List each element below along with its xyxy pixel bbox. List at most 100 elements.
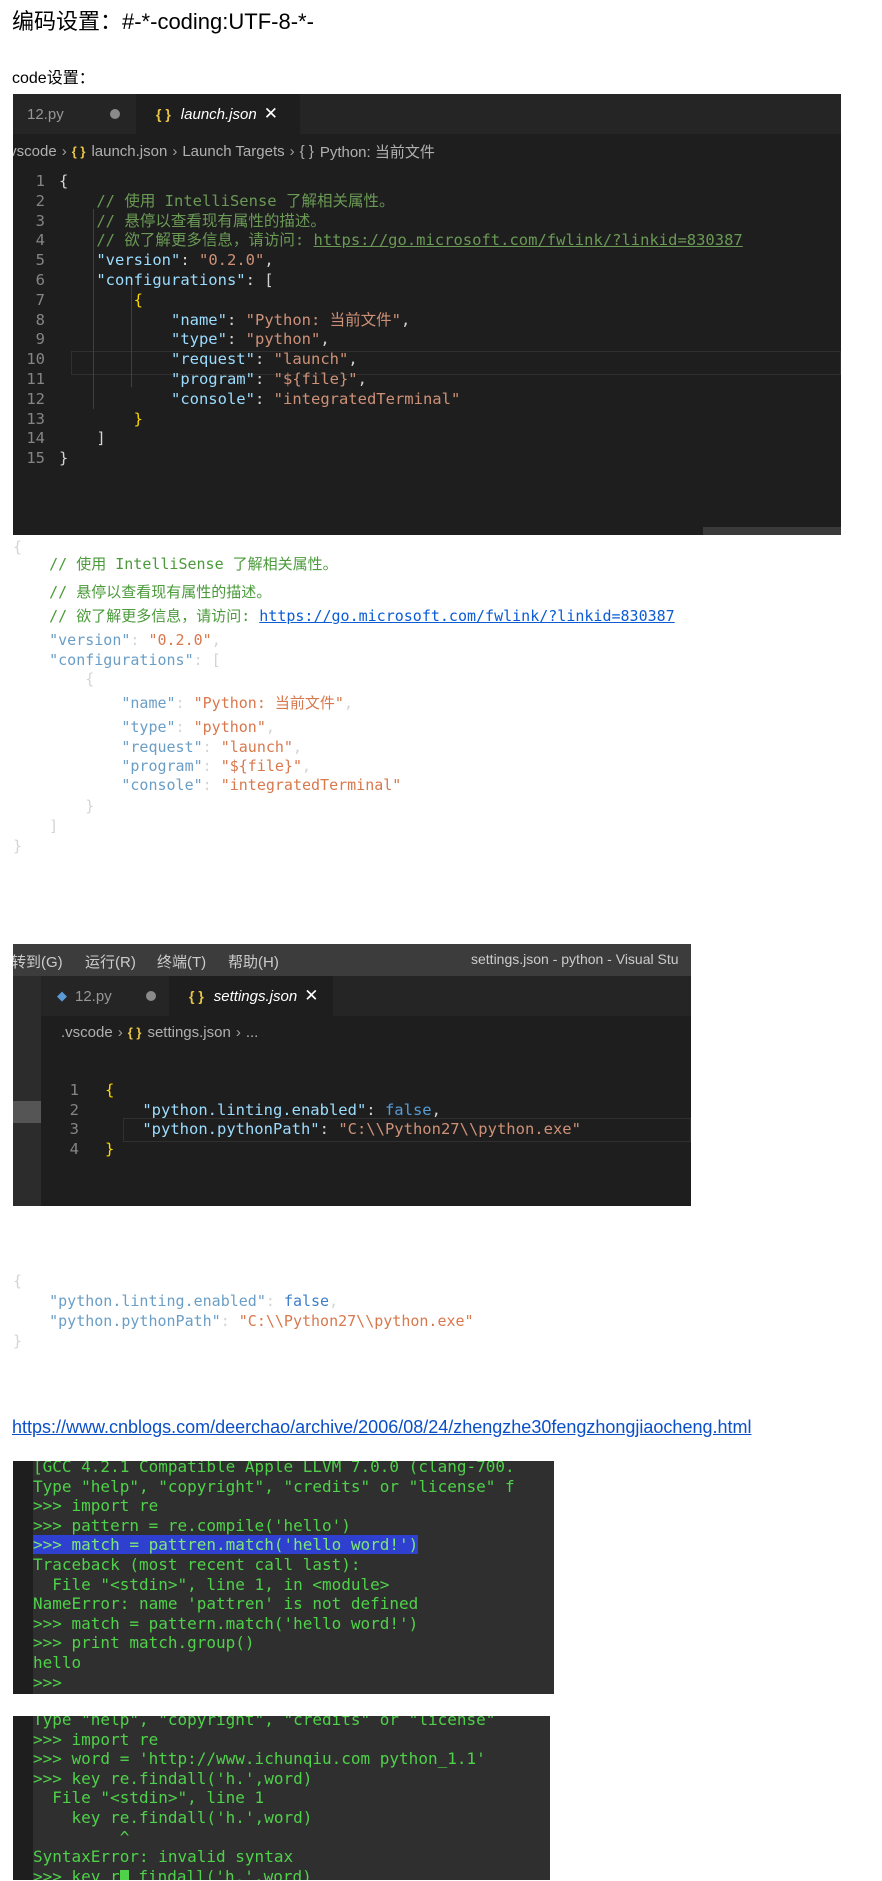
code-token: { bbox=[105, 1081, 115, 1099]
activity-bar-item[interactable] bbox=[13, 1101, 41, 1123]
code-token: : [ bbox=[193, 651, 221, 669]
breadcrumb-item[interactable]: Python: 当前文件 bbox=[320, 141, 435, 162]
tab-launch-json[interactable]: { } launch.json ✕ bbox=[136, 94, 300, 134]
breadcrumb: .vscode › { } settings.json › ... bbox=[61, 1018, 258, 1046]
text-line: // 使用 IntelliSense 了解相关属性。 bbox=[13, 555, 675, 583]
code-token: : bbox=[180, 251, 199, 270]
code-token: "launch" bbox=[273, 350, 349, 369]
code-token: "python" bbox=[193, 718, 266, 736]
code-token: , bbox=[211, 631, 221, 649]
text-line: "configurations": [ bbox=[13, 651, 675, 670]
code-token: , bbox=[265, 718, 275, 736]
code-token: : bbox=[254, 389, 274, 408]
code-token: } bbox=[13, 837, 23, 855]
terminal-line: >>> match = pattern.match('hello word!') bbox=[33, 1614, 418, 1634]
terminal-line: Type "help", "copyright", "credits" or "… bbox=[33, 1477, 515, 1497]
text-line: { bbox=[13, 1271, 474, 1291]
tab-settings-json[interactable]: { } settings.json ✕ bbox=[169, 976, 333, 1016]
code-token: "launch" bbox=[220, 738, 293, 756]
code-token: { bbox=[13, 538, 23, 556]
python-file-icon: ◆ bbox=[57, 988, 67, 1003]
terminal-line-text: >>> match = pattren.match('hello word!') bbox=[33, 1535, 419, 1555]
terminal-line: >>> import re bbox=[33, 1730, 158, 1750]
terminal-line-text: >>> import re bbox=[33, 1729, 159, 1749]
object-braces-icon: { } bbox=[299, 142, 314, 160]
code-token: "Python: 当前文件" bbox=[245, 310, 401, 329]
terminal-screenshot-regex-findall: Type "help", "copyright", "credits" or "… bbox=[13, 1716, 550, 1880]
terminal-line: [GCC 4.2.1 Compatible Apple LLVM 7.0.0 (… bbox=[33, 1461, 515, 1477]
terminal-line: File "<stdin>", line 1, in <module> bbox=[33, 1575, 389, 1595]
code-token: { bbox=[59, 172, 69, 190]
code-token: , bbox=[400, 310, 411, 329]
breadcrumb-item[interactable]: .vscode bbox=[61, 1024, 113, 1041]
breadcrumb-item[interactable]: Launch Targets bbox=[182, 143, 284, 160]
code-token: "C:\\Python27\\python.exe" bbox=[238, 1312, 474, 1330]
code-token: https://go.microsoft.com/fwlink/?linkid=… bbox=[313, 231, 743, 250]
text-line: } bbox=[13, 797, 675, 817]
terminal-line: hello bbox=[33, 1653, 81, 1673]
text-line: { bbox=[13, 670, 675, 694]
code-token: } bbox=[59, 449, 69, 468]
breadcrumb-item[interactable]: launch.json bbox=[91, 143, 167, 160]
breadcrumb-item[interactable]: settings.json bbox=[147, 1024, 230, 1041]
code-token: , bbox=[357, 370, 367, 388]
breadcrumb-item[interactable]: ... bbox=[246, 1024, 259, 1041]
terminal-side-margin bbox=[13, 1461, 33, 1694]
breadcrumb-item[interactable]: .vscode bbox=[13, 143, 57, 160]
menu-run[interactable]: 运行(R) bbox=[85, 951, 136, 972]
code-token: "console" bbox=[121, 776, 203, 794]
line-number: 4 bbox=[69, 1140, 79, 1159]
text-line: } bbox=[13, 1331, 474, 1351]
tab-label: launch.json bbox=[180, 105, 257, 123]
menu-terminal[interactable]: 终端(T) bbox=[157, 951, 206, 972]
code-token: : bbox=[366, 1100, 385, 1119]
code-token: "python" bbox=[245, 330, 321, 349]
code-settings-label: code设置： bbox=[12, 70, 95, 87]
terminal-line: >>> bbox=[33, 1673, 62, 1693]
horizontal-scrollbar[interactable] bbox=[703, 527, 841, 535]
code-token: : bbox=[254, 370, 274, 388]
terminal-line-text: File "<stdin>", line 1, in <module> bbox=[33, 1574, 390, 1594]
chevron-right-icon: › bbox=[172, 142, 178, 160]
tab-12-py[interactable]: ◆ 12.py bbox=[41, 976, 169, 1016]
code-token: "configurations" bbox=[96, 271, 246, 289]
code-token: // 欲了解更多信息，请访问: bbox=[96, 231, 314, 250]
tab-label: 12.py bbox=[27, 105, 64, 123]
code-token: "version" bbox=[49, 631, 131, 649]
json-braces-icon: { } bbox=[71, 143, 86, 159]
code-token: , bbox=[292, 738, 302, 756]
cnblogs-link[interactable]: https://www.cnblogs.com/deerchao/archive… bbox=[12, 1417, 752, 1438]
terminal-line-text: File "<stdin>", line 1 bbox=[33, 1788, 265, 1808]
code-token: "program" bbox=[121, 757, 203, 775]
code-token: : bbox=[202, 757, 221, 775]
text-line: "python.linting.enabled": false, bbox=[13, 1291, 474, 1311]
tab-12-py[interactable]: 12.py bbox=[13, 94, 136, 134]
code-token: : bbox=[220, 1312, 239, 1330]
close-tab-icon[interactable]: ✕ bbox=[304, 986, 318, 1006]
code-token: { bbox=[13, 1272, 23, 1290]
text-line: "request": "launch", bbox=[13, 738, 675, 757]
menu-help[interactable]: 帮助(H) bbox=[228, 951, 279, 972]
code-token: // 使用 IntelliSense 了解相关属性。 bbox=[96, 191, 395, 210]
code-token: "python.pythonPath" bbox=[49, 1312, 221, 1330]
line-code: } bbox=[59, 446, 68, 470]
terminal-line-text: >>> word = 'http://www.ichunqiu.com pyth… bbox=[33, 1749, 486, 1769]
terminal-line: >>> print match.group() bbox=[33, 1633, 255, 1653]
terminal-line-text: Type "help", "copyright", "credits" or "… bbox=[33, 1716, 496, 1729]
text-line: { bbox=[13, 538, 675, 556]
terminal-line: File "<stdin>", line 1 bbox=[33, 1788, 264, 1808]
json-braces-icon: { } bbox=[127, 1024, 142, 1040]
terminal-line-text: key re.findall('h.',word) bbox=[33, 1808, 313, 1827]
close-tab-icon[interactable]: ✕ bbox=[264, 104, 278, 124]
terminal-line-text: >>> print match.group() bbox=[33, 1633, 255, 1653]
code-token: { bbox=[13, 670, 95, 688]
code-token: } bbox=[13, 1332, 23, 1350]
text-line: ] bbox=[13, 817, 675, 837]
json-braces-icon: { } bbox=[156, 106, 171, 122]
launch-json-editor-screenshot: 12.py { } launch.json ✕ .vscode › { } la… bbox=[13, 94, 841, 535]
line-number: 15 bbox=[26, 449, 45, 468]
menu-go[interactable]: 转到(G) bbox=[13, 951, 63, 972]
